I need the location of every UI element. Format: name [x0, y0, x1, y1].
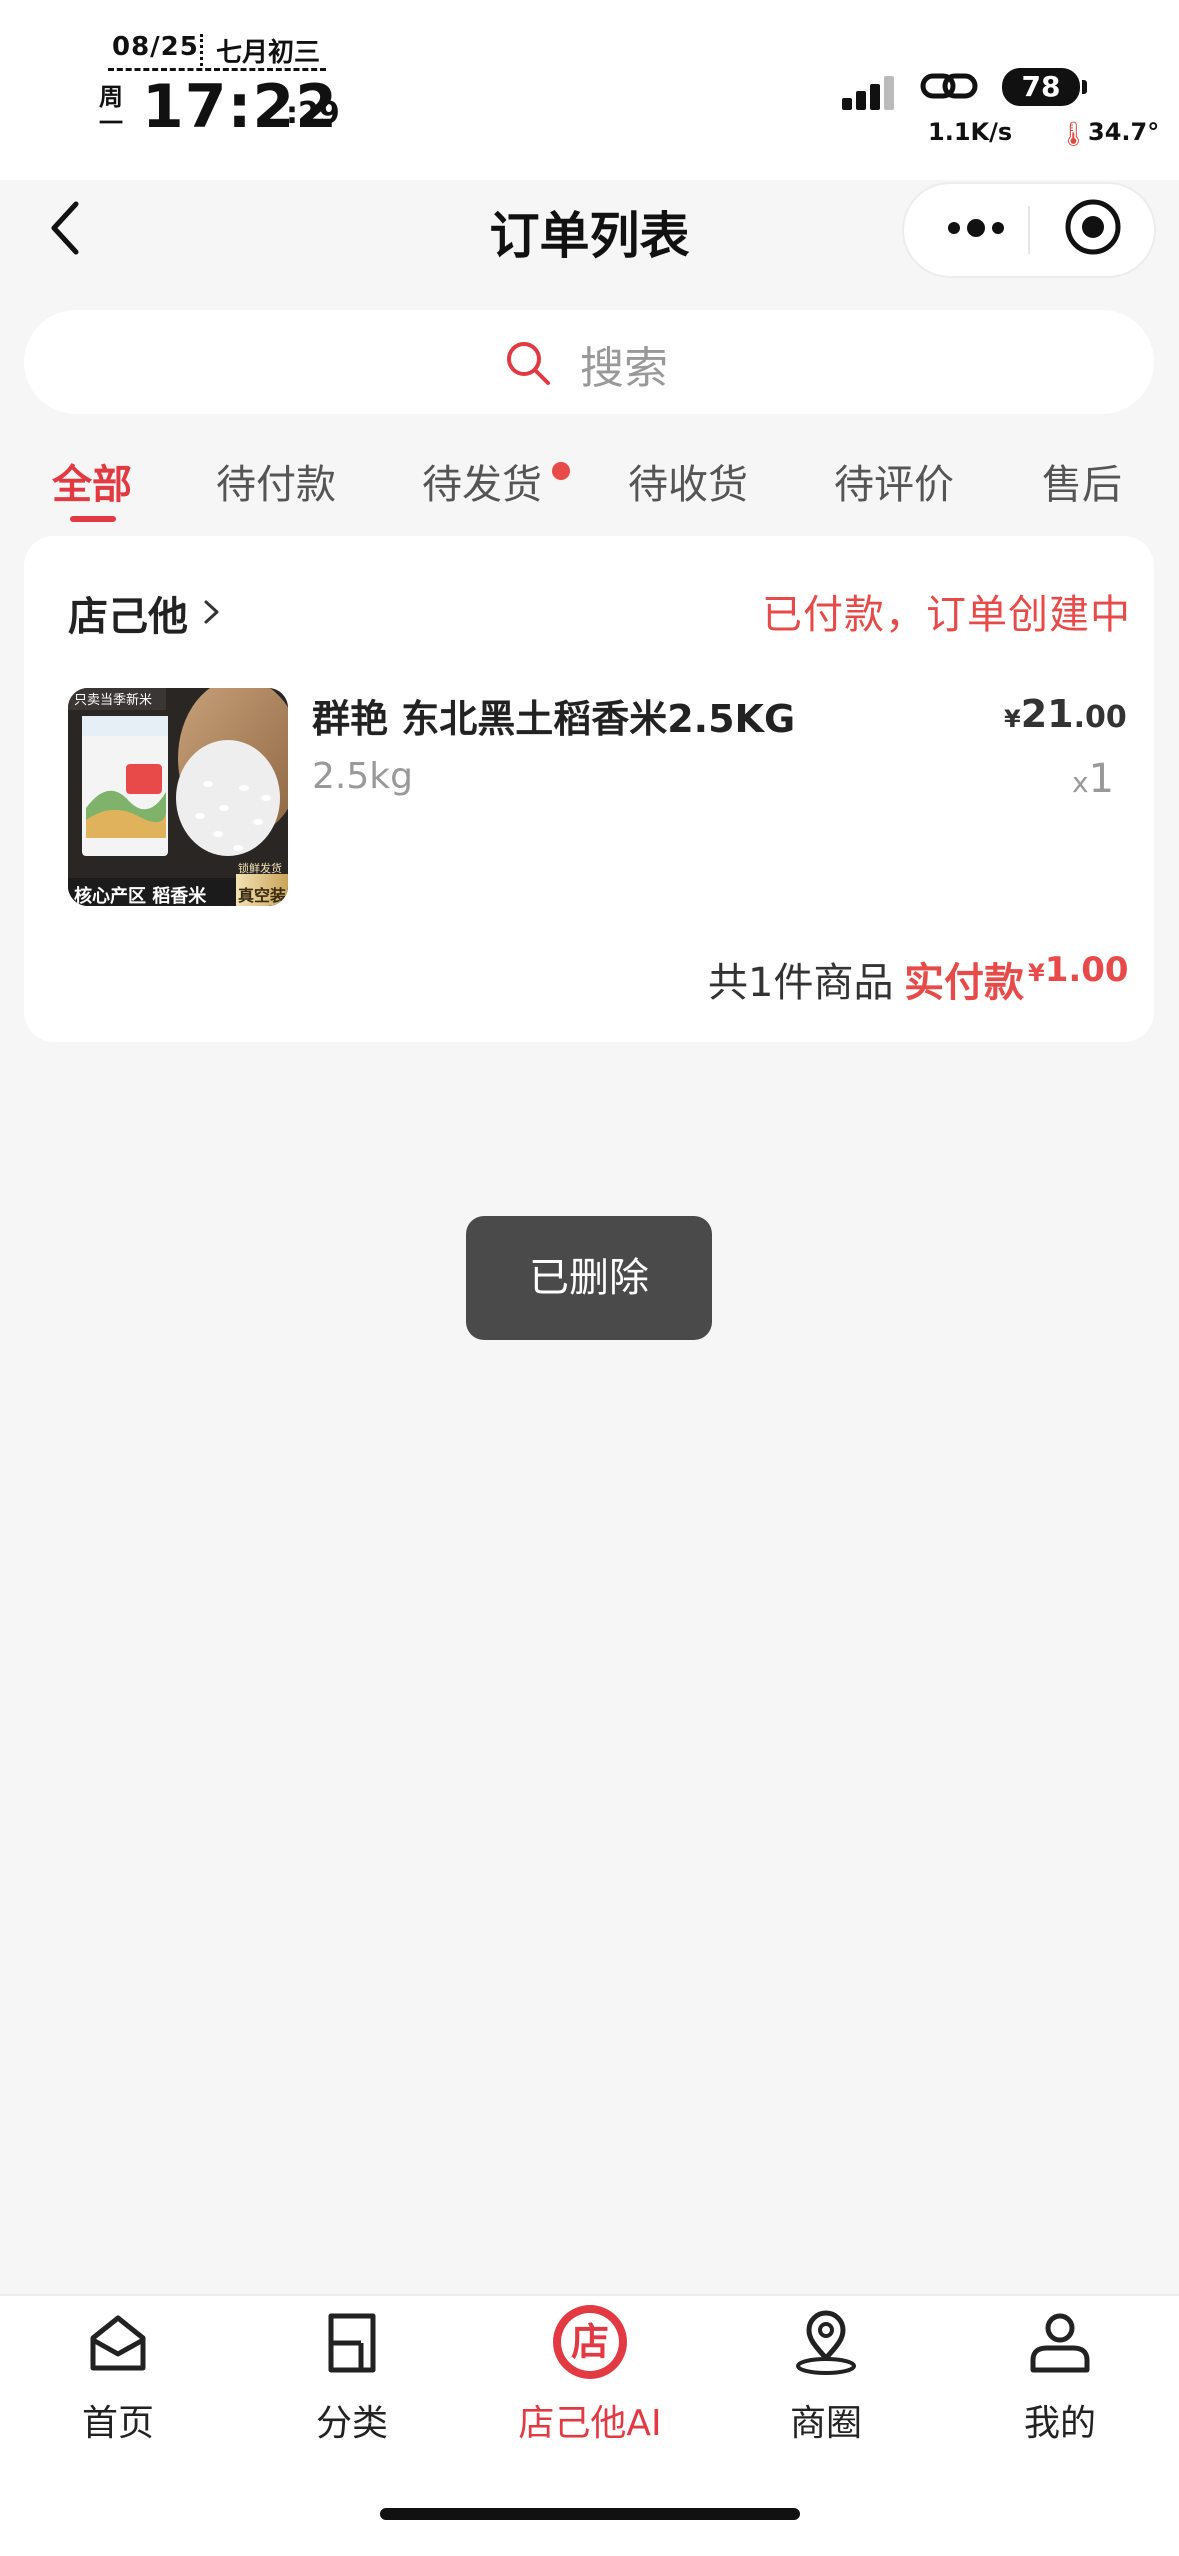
item-count: 共1件商品: [708, 960, 894, 1006]
status-weekday: 周一: [99, 83, 123, 137]
tabbar-item-category[interactable]: 分类: [262, 2306, 442, 2456]
status-date: 08/25: [112, 32, 199, 62]
tabbar-label: 分类: [315, 2403, 388, 2444]
tab-pending-receipt[interactable]: 待收货: [628, 452, 748, 510]
product-name[interactable]: 群艳 东北黑土稻香米2.5KG: [312, 688, 795, 743]
tabbar-item-store-ai[interactable]: 店 店己他AI: [500, 2305, 680, 2456]
paid-amount-label: 实付款: [904, 960, 1024, 1006]
toast-message: 已删除: [466, 1216, 712, 1340]
tab-active-underline: [70, 516, 116, 522]
battery-tip: [1082, 80, 1087, 94]
tabbar-label: 首页: [81, 2403, 154, 2444]
qty-prefix: x: [1072, 766, 1089, 799]
svg-text:店: 店: [571, 2320, 609, 2364]
tabbar-label: 商圈: [789, 2403, 862, 2444]
product-quantity: x1: [1072, 756, 1114, 802]
thumb-caption-text: 核心产区 稻香米: [74, 886, 207, 906]
tabbar-label: 我的: [1023, 2403, 1096, 2444]
thumb-banner-text: 只卖当季新米: [74, 693, 153, 708]
signal-icon: [842, 76, 894, 110]
more-dots-icon[interactable]: [930, 200, 1030, 256]
status-seconds: :29: [286, 96, 340, 131]
thumb-badge-text: 真空装: [238, 886, 287, 905]
notification-dot: [552, 462, 570, 480]
product-thumbnail[interactable]: 只卖当季新米 核心产区 稻香米 锁鲜发货 真空装: [68, 688, 288, 906]
temperature: 34.7°: [1088, 118, 1160, 146]
qty-number: 1: [1088, 756, 1115, 802]
hotspot-link-icon: [920, 73, 978, 99]
order-status: 已付款，订单创建中: [762, 592, 1131, 638]
tab-after-sales[interactable]: 售后: [1042, 452, 1122, 510]
tabbar-item-business-circle[interactable]: 商圈: [736, 2306, 916, 2456]
store-logo-icon: 店: [553, 2305, 627, 2379]
chevron-right-icon: [204, 600, 219, 624]
network-speed: 1.1K/s: [928, 118, 1013, 146]
battery-icon: 78: [1002, 68, 1080, 106]
date-separator: [200, 34, 203, 66]
price-integer: 21: [1020, 692, 1074, 736]
shop-name[interactable]: 店己他: [68, 584, 188, 642]
search-icon: [507, 342, 550, 385]
date-divider: [108, 68, 326, 71]
profile-icon: [1030, 2313, 1090, 2373]
location-pin-icon: [796, 2310, 856, 2375]
paid-currency: ¥: [1028, 959, 1045, 987]
target-icon[interactable]: [1062, 196, 1124, 258]
product-price: ¥21.00: [1004, 692, 1127, 736]
paid-value: 1.00: [1044, 950, 1129, 990]
price-decimal: .00: [1073, 700, 1127, 735]
thermometer-icon: 🌡: [1058, 120, 1089, 148]
tab-all[interactable]: 全部: [52, 452, 132, 510]
tabbar-item-home[interactable]: 首页: [28, 2306, 208, 2456]
home-icon: [90, 2315, 146, 2371]
tabbar-label: 店己他AI: [518, 2403, 662, 2444]
tab-pending-shipment[interactable]: 待发货: [422, 452, 542, 510]
paid-amount: ¥1.00: [1028, 950, 1129, 990]
status-lunar-date: 七月初三: [216, 38, 321, 68]
thumb-badge-small-text: 锁鲜发货: [238, 862, 282, 875]
price-currency: ¥: [1004, 705, 1021, 733]
tabbar-item-profile[interactable]: 我的: [970, 2306, 1150, 2456]
tab-pending-payment[interactable]: 待付款: [216, 452, 336, 510]
category-icon: [328, 2313, 376, 2373]
search-placeholder: 搜索: [580, 343, 668, 394]
home-indicator[interactable]: [380, 2508, 800, 2520]
capsule-divider: [1028, 206, 1030, 254]
product-spec: 2.5kg: [312, 756, 413, 797]
tab-pending-review[interactable]: 待评价: [834, 452, 954, 510]
